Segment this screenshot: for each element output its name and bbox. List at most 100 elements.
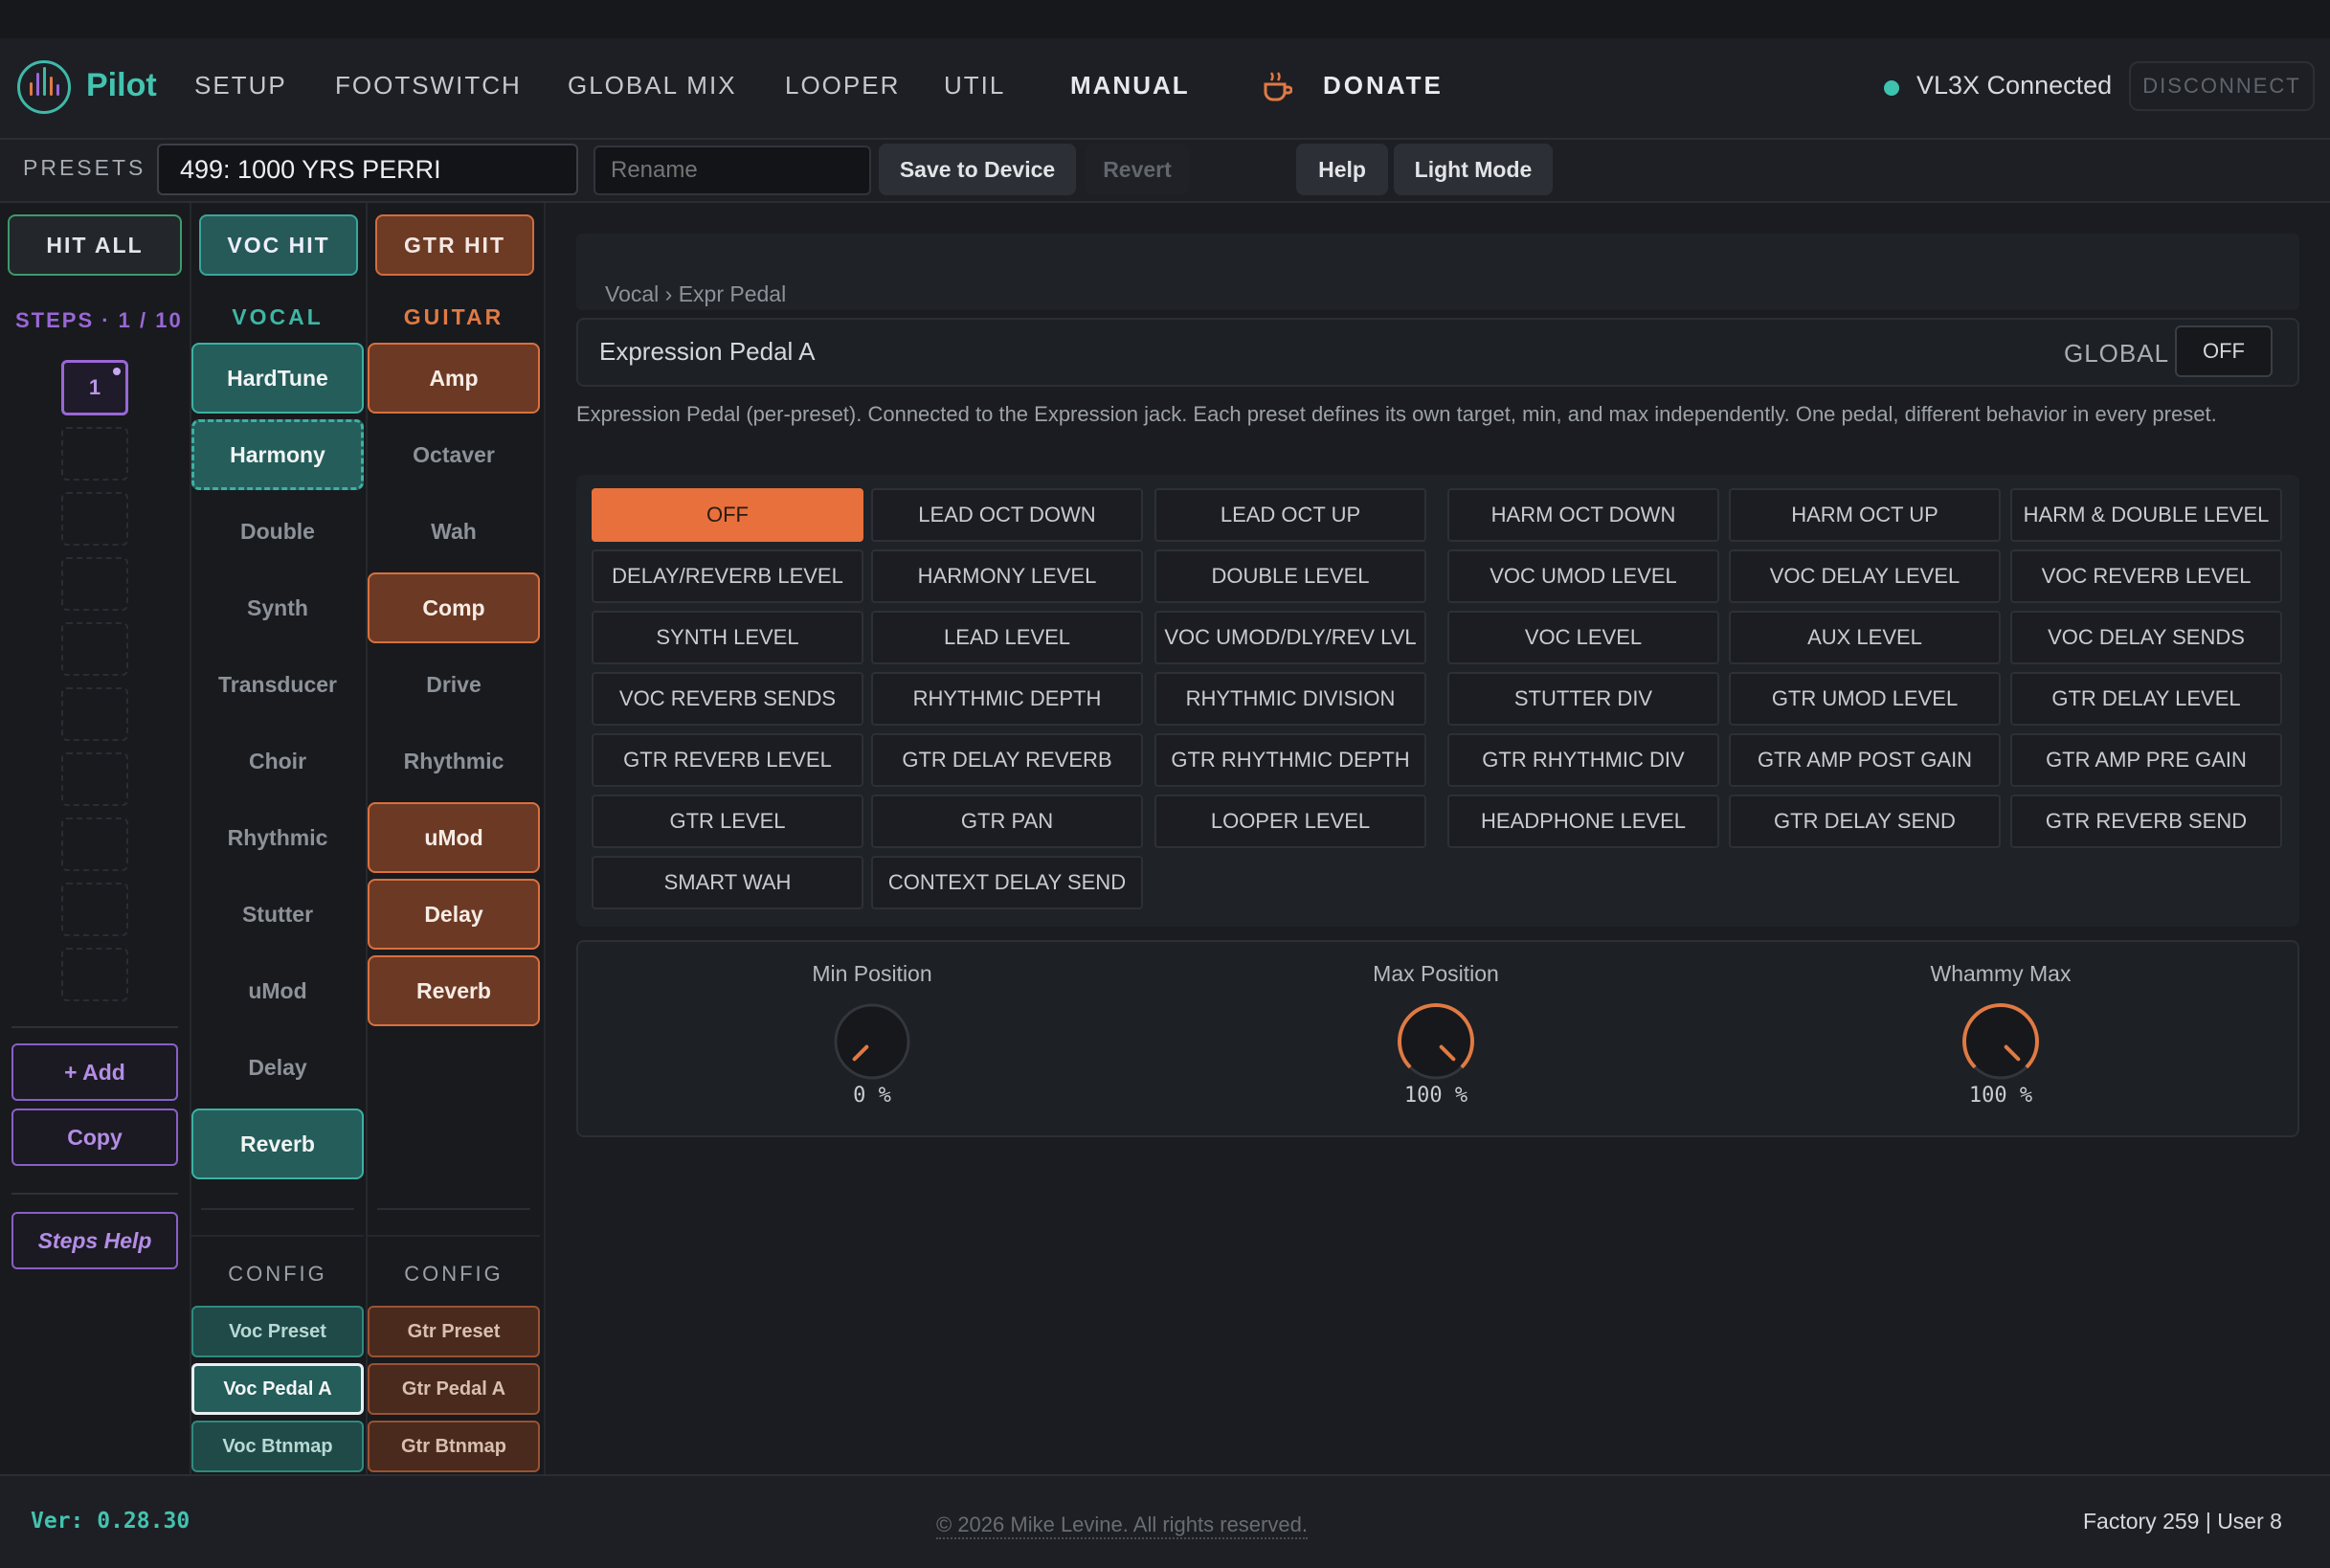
voc-hit-button[interactable]: VOC HIT [199, 214, 358, 276]
target-option-lead-oct-down[interactable]: LEAD OCT DOWN [871, 488, 1143, 542]
target-option-rhythmic-division[interactable]: RHYTHMIC DIVISION [1154, 672, 1426, 726]
guitar-block-octaver[interactable]: Octaver [368, 419, 540, 490]
vocal-block-rhythmic[interactable]: Rhythmic [191, 802, 364, 873]
voc-btnmap-button[interactable]: Voc Btnmap [191, 1421, 364, 1472]
vocal-block-umod[interactable]: uMod [191, 955, 364, 1026]
max-position-knob[interactable] [1396, 1001, 1476, 1082]
vocal-block-choir[interactable]: Choir [191, 726, 364, 796]
target-option-aux-level[interactable]: AUX LEVEL [1729, 611, 2001, 664]
target-option-voc-delay-level[interactable]: VOC DELAY LEVEL [1729, 549, 2001, 603]
guitar-block-umod[interactable]: uMod [368, 802, 540, 873]
steps-help-button[interactable]: Steps Help [11, 1212, 178, 1269]
step-slot-empty[interactable] [61, 492, 128, 546]
guitar-block-drive[interactable]: Drive [368, 649, 540, 720]
min-position-knob[interactable] [832, 1001, 912, 1082]
vocal-block-hardtune[interactable]: HardTune [191, 343, 364, 414]
guitar-block-reverb[interactable]: Reverb [368, 955, 540, 1026]
disconnect-button[interactable]: DISCONNECT [2129, 61, 2315, 111]
target-option-gtr-amp-post-gain[interactable]: GTR AMP POST GAIN [1729, 733, 2001, 787]
target-option-gtr-reverb-level[interactable]: GTR REVERB LEVEL [592, 733, 863, 787]
target-option-stutter-div[interactable]: STUTTER DIV [1447, 672, 1719, 726]
vocal-block-synth[interactable]: Synth [191, 572, 364, 643]
hit-all-button[interactable]: HIT ALL [8, 214, 182, 276]
step-slot-empty[interactable] [61, 557, 128, 611]
target-option-voc-reverb-level[interactable]: VOC REVERB LEVEL [2010, 549, 2282, 603]
target-option-double-level[interactable]: DOUBLE LEVEL [1154, 549, 1426, 603]
target-option-gtr-level[interactable]: GTR LEVEL [592, 795, 863, 848]
light-mode-button[interactable]: Light Mode [1394, 144, 1553, 195]
step-slot-empty[interactable] [61, 687, 128, 741]
coffee-cup-icon[interactable] [1262, 69, 1292, 103]
target-option-gtr-rhythmic-div[interactable]: GTR RHYTHMIC DIV [1447, 733, 1719, 787]
whammy-max-knob[interactable] [1960, 1001, 2041, 1082]
gtr-btnmap-button[interactable]: Gtr Btnmap [368, 1421, 540, 1472]
step-slot-empty[interactable] [61, 818, 128, 871]
vocal-block-delay[interactable]: Delay [191, 1032, 364, 1103]
guitar-block-amp[interactable]: Amp [368, 343, 540, 414]
target-option-voc-level[interactable]: VOC LEVEL [1447, 611, 1719, 664]
target-option-gtr-rhythmic-depth[interactable]: GTR RHYTHMIC DEPTH [1154, 733, 1426, 787]
help-button[interactable]: Help [1296, 144, 1388, 195]
target-option-context-delay-send[interactable]: CONTEXT DELAY SEND [871, 856, 1143, 909]
target-option-rhythmic-depth[interactable]: RHYTHMIC DEPTH [871, 672, 1143, 726]
step-slot-empty[interactable] [61, 883, 128, 936]
target-option-harm-double-level[interactable]: HARM & DOUBLE LEVEL [2010, 488, 2282, 542]
target-option-lead-oct-up[interactable]: LEAD OCT UP [1154, 488, 1426, 542]
target-option-smart-wah[interactable]: SMART WAH [592, 856, 863, 909]
guitar-block-delay[interactable]: Delay [368, 879, 540, 950]
nav-util[interactable]: UTIL [944, 71, 1005, 101]
target-option-gtr-delay-reverb[interactable]: GTR DELAY REVERB [871, 733, 1143, 787]
step-slot-empty[interactable] [61, 622, 128, 676]
target-option-gtr-delay-send[interactable]: GTR DELAY SEND [1729, 795, 2001, 848]
revert-button[interactable]: Revert [1086, 144, 1189, 195]
global-toggle[interactable]: OFF [2175, 325, 2273, 377]
step-slot-empty[interactable] [61, 427, 128, 481]
voc-preset-button[interactable]: Voc Preset [191, 1306, 364, 1357]
copy-step-button[interactable]: Copy [11, 1109, 178, 1166]
target-option-gtr-reverb-send[interactable]: GTR REVERB SEND [2010, 795, 2282, 848]
nav-manual[interactable]: MANUAL [1070, 71, 1190, 101]
target-option-gtr-umod-level[interactable]: GTR UMOD LEVEL [1729, 672, 2001, 726]
vocal-block-harmony[interactable]: Harmony [191, 419, 364, 490]
donate-link[interactable]: DONATE [1323, 71, 1444, 101]
rename-input[interactable] [594, 146, 871, 195]
guitar-block-comp[interactable]: Comp [368, 572, 540, 643]
target-option-headphone-level[interactable]: HEADPHONE LEVEL [1447, 795, 1719, 848]
voc-pedal-a-button[interactable]: Voc Pedal A [191, 1363, 364, 1415]
target-option-off[interactable]: OFF [592, 488, 863, 542]
target-option-gtr-amp-pre-gain[interactable]: GTR AMP PRE GAIN [2010, 733, 2282, 787]
step-slot-empty[interactable] [61, 948, 128, 1001]
nav-looper[interactable]: LOOPER [785, 71, 900, 101]
copyright-link[interactable]: © 2026 Mike Levine. All rights reserved. [936, 1512, 1308, 1539]
vocal-block-reverb[interactable]: Reverb [191, 1109, 364, 1179]
target-option-voc-umod-dly-rev-lvl[interactable]: VOC UMOD/DLY/REV LVL [1154, 611, 1426, 664]
save-to-device-button[interactable]: Save to Device [879, 144, 1076, 195]
nav-global-mix[interactable]: GLOBAL MIX [568, 71, 737, 101]
gtr-preset-button[interactable]: Gtr Preset [368, 1306, 540, 1357]
gtr-pedal-a-button[interactable]: Gtr Pedal A [368, 1363, 540, 1415]
target-option-harm-oct-down[interactable]: HARM OCT DOWN [1447, 488, 1719, 542]
vocal-block-transducer[interactable]: Transducer [191, 649, 364, 720]
vocal-block-double[interactable]: Double [191, 496, 364, 567]
add-step-button[interactable]: + Add [11, 1043, 178, 1101]
target-option-looper-level[interactable]: LOOPER LEVEL [1154, 795, 1426, 848]
target-option-voc-delay-sends[interactable]: VOC DELAY SENDS [2010, 611, 2282, 664]
vocal-block-stutter[interactable]: Stutter [191, 879, 364, 950]
nav-setup[interactable]: SETUP [194, 71, 287, 101]
guitar-block-wah[interactable]: Wah [368, 496, 540, 567]
target-option-voc-umod-level[interactable]: VOC UMOD LEVEL [1447, 549, 1719, 603]
target-option-harmony-level[interactable]: HARMONY LEVEL [871, 549, 1143, 603]
target-option-harm-oct-up[interactable]: HARM OCT UP [1729, 488, 2001, 542]
target-option-lead-level[interactable]: LEAD LEVEL [871, 611, 1143, 664]
guitar-block-rhythmic[interactable]: Rhythmic [368, 726, 540, 796]
step-slot-empty[interactable] [61, 752, 128, 806]
target-option-voc-reverb-sends[interactable]: VOC REVERB SENDS [592, 672, 863, 726]
target-option-gtr-delay-level[interactable]: GTR DELAY LEVEL [2010, 672, 2282, 726]
divider [377, 1208, 530, 1210]
preset-select[interactable]: 499: 1000 YRS PERRI [157, 144, 578, 195]
gtr-hit-button[interactable]: GTR HIT [375, 214, 534, 276]
nav-footswitch[interactable]: FOOTSWITCH [335, 71, 522, 101]
target-option-synth-level[interactable]: SYNTH LEVEL [592, 611, 863, 664]
target-option-delay-reverb-level[interactable]: DELAY/REVERB LEVEL [592, 549, 863, 603]
target-option-gtr-pan[interactable]: GTR PAN [871, 795, 1143, 848]
